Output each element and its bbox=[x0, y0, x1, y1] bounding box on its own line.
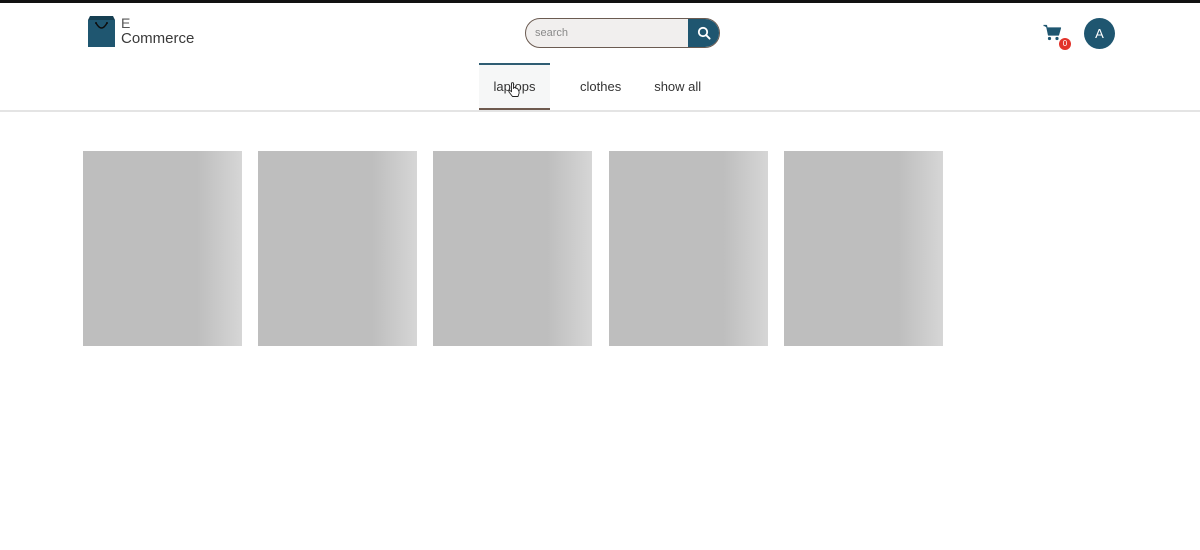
brand-line2: Commerce bbox=[121, 30, 195, 47]
product-card-placeholder[interactable] bbox=[609, 151, 768, 346]
shopping-bag-icon bbox=[88, 16, 115, 47]
brand-line1: E bbox=[121, 15, 131, 31]
tab-clothes[interactable]: clothes bbox=[565, 63, 636, 110]
page: E Commerce 0 A laptops clothes show all bbox=[0, 0, 1200, 550]
product-card-placeholder[interactable] bbox=[433, 151, 592, 346]
brand-name: E Commerce bbox=[121, 15, 195, 47]
header-divider bbox=[0, 110, 1200, 112]
brand-logo[interactable]: E Commerce bbox=[87, 15, 194, 48]
product-card-placeholder[interactable] bbox=[258, 151, 417, 346]
cart-button[interactable]: 0 bbox=[1043, 24, 1071, 50]
top-border bbox=[0, 0, 1200, 3]
search-bar bbox=[525, 18, 720, 48]
hand-cursor-icon bbox=[508, 82, 520, 97]
cart-count-badge: 0 bbox=[1059, 38, 1071, 50]
product-card-placeholder[interactable] bbox=[83, 151, 242, 346]
search-icon bbox=[697, 26, 711, 40]
search-button[interactable] bbox=[688, 19, 719, 47]
search-input[interactable] bbox=[526, 19, 688, 47]
user-avatar[interactable]: A bbox=[1084, 18, 1115, 49]
tab-show-all[interactable]: show all bbox=[639, 63, 716, 110]
product-card-placeholder[interactable] bbox=[784, 151, 943, 346]
